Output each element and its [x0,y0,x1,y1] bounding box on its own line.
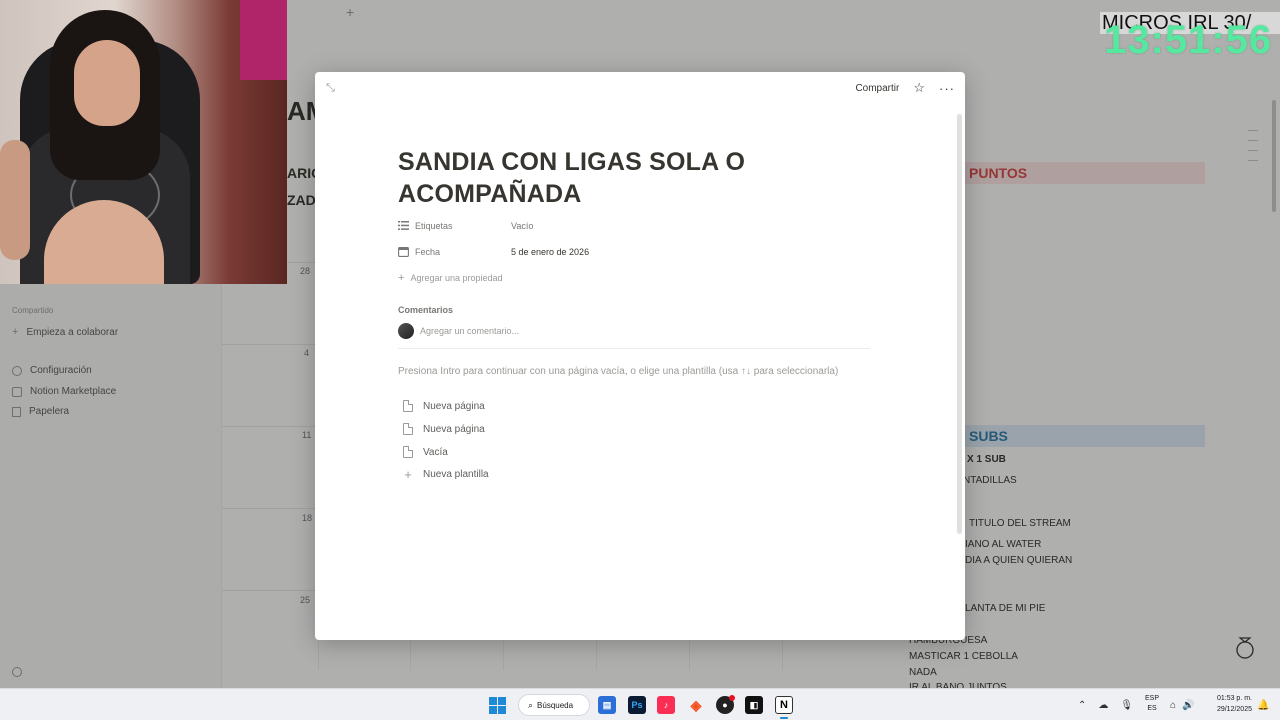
system-tray: ⌃ ☁ 🎙 [1078,689,1133,720]
page-icon [403,446,413,458]
language-indicator[interactable]: ESP ES [1143,694,1161,714]
avatar [398,323,414,339]
photoshop-icon[interactable]: Ps [628,696,646,714]
add-property-label: Agregar una propiedad [410,273,503,283]
list-icon [398,220,409,231]
template-option[interactable]: Nueva página [403,423,485,435]
notification-bell-icon: 🔔 [1257,699,1270,711]
network-volume-tray[interactable]: ⌂ 🔊 [1170,689,1195,720]
brave-icon[interactable]: ◈ [687,696,705,714]
microphone-icon[interactable]: 🎙 [1120,700,1133,711]
search-icon: ⌕ [528,699,534,710]
volume-icon: 🔊 [1182,699,1195,711]
taskbar-date: 29/12/2025 [1216,706,1252,713]
property-value[interactable]: 5 de enero de 2026 [511,247,589,257]
search-label: Búsqueda [537,700,574,710]
template-label: Nueva página [423,400,485,412]
stream-clock: 13:51:56 [1104,18,1273,62]
plus-icon: + [398,272,405,284]
notifications-tray[interactable]: 🔔 [1257,689,1269,720]
page-modal: ⤡ Compartir ☆ ··· SANDIA CON LIGAS SOLA … [315,72,965,640]
property-row-tags[interactable]: Etiquetas Vacío [398,220,533,231]
template-option[interactable]: Nueva página [403,400,485,412]
property-row-date[interactable]: Fecha 5 de enero de 2026 [398,246,589,257]
property-value[interactable]: Vacío [511,221,533,231]
template-label: Nueva página [423,423,485,435]
calendar-icon [398,246,409,257]
page-icon [403,400,413,412]
comment-input-row[interactable]: Agregar un comentario... [398,323,519,339]
property-name: Etiquetas [415,220,453,231]
active-app-indicator [780,717,788,719]
plus-icon: + [404,466,412,482]
template-hint: Presiona Intro para continuar con una pá… [398,366,839,377]
template-option[interactable]: Vacía [403,446,448,458]
add-property-button[interactable]: + Agregar una propiedad [398,272,503,284]
taskbar-time: 01:53 p. m. [1216,695,1252,702]
template-label: Vacía [423,446,448,458]
more-options-icon[interactable]: ··· [939,81,955,96]
page-icon [403,423,413,435]
comment-input[interactable]: Agregar un comentario... [420,326,519,336]
divider [398,348,870,349]
recording-indicator-icon [729,695,735,701]
keyboard-layout: ES [1147,705,1157,712]
taskbar: ⌕ Búsqueda ▤ Ps ♪ ◈ ● ◧ N ⌃ ☁ 🎙 ESP ES ⌂… [0,688,1280,720]
cloud-icon[interactable]: ☁ [1098,700,1108,711]
chevron-up-icon[interactable]: ⌃ [1078,700,1086,711]
share-button[interactable]: Compartir [855,83,899,94]
file-explorer-icon[interactable]: ▤ [598,696,616,714]
comments-heading: Comentarios [398,305,454,315]
language-code: ESP [1144,695,1159,702]
property-name: Fecha [415,246,441,257]
modal-scrollbar[interactable] [957,114,962,534]
webcam-overlay [0,0,287,284]
star-icon[interactable]: ☆ [913,80,925,96]
taskbar-clock[interactable]: 01:53 p. m. 29/12/2025 [1202,693,1252,715]
page-title[interactable]: SANDIA CON LIGAS SOLA O ACOMPAÑADA [398,146,818,210]
taskbar-search[interactable]: ⌕ Búsqueda [518,694,590,716]
windows-start-icon[interactable] [488,696,506,714]
capcut-icon[interactable]: ◧ [745,696,763,714]
notion-icon[interactable]: N [775,696,793,714]
template-label: Nueva plantilla [423,469,489,480]
modal-topbar: Compartir ☆ ··· [855,80,955,96]
expand-icon[interactable]: ⤡ [326,82,335,95]
music-icon[interactable]: ♪ [657,696,675,714]
new-template-button[interactable]: + Nueva plantilla [403,466,489,482]
network-icon: ⌂ [1170,699,1177,711]
